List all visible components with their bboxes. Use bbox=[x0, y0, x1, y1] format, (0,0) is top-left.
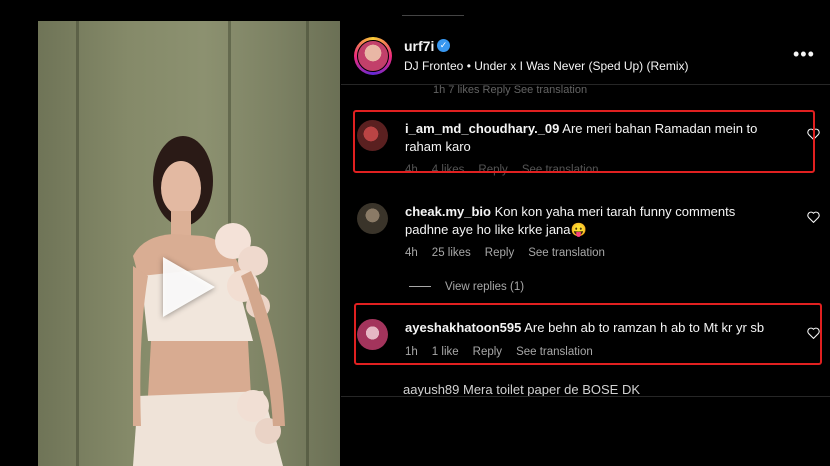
comment-text: Kon kon yaha meri tarah funny comments bbox=[494, 204, 736, 219]
view-replies-label: View replies (1) bbox=[445, 281, 525, 293]
footer-divider bbox=[341, 396, 830, 397]
more-options-icon[interactable]: ••• bbox=[793, 44, 815, 65]
play-icon[interactable] bbox=[163, 257, 215, 317]
reply-button[interactable]: Reply bbox=[485, 247, 514, 259]
wall-panel-line bbox=[76, 21, 79, 466]
post-header: urf7i ✓ DJ Fronteo • Under x I Was Never… bbox=[341, 30, 830, 82]
see-translation-link[interactable]: See translation bbox=[528, 247, 605, 259]
comment-text-line2: padhne aye ho like krke jana😛 bbox=[405, 222, 587, 237]
author-avatar[interactable] bbox=[354, 37, 392, 75]
comment-time: 4h bbox=[405, 247, 418, 259]
verified-badge-icon: ✓ bbox=[437, 39, 450, 52]
audio-track-link[interactable]: DJ Fronteo • Under x I Was Never (Sped U… bbox=[404, 59, 689, 73]
heart-icon[interactable] bbox=[807, 211, 820, 223]
scroll-indicator bbox=[402, 15, 464, 16]
highlight-box bbox=[353, 110, 815, 173]
author-username[interactable]: urf7i bbox=[404, 38, 434, 54]
view-replies-button[interactable]: View replies (1) bbox=[409, 281, 524, 293]
commenter-username[interactable]: cheak.my_bio bbox=[405, 204, 491, 219]
highlight-box bbox=[354, 303, 822, 365]
comment-likes[interactable]: 25 likes bbox=[432, 247, 471, 259]
commenter-avatar[interactable] bbox=[357, 203, 388, 234]
previous-comment-meta: 1h 7 likes Reply See translation bbox=[433, 84, 588, 96]
comments-panel: urf7i ✓ DJ Fronteo • Under x I Was Never… bbox=[341, 0, 830, 466]
reel-video[interactable] bbox=[38, 21, 340, 466]
partial-comment: aayush89 Mera toilet paper de BOSE DK bbox=[403, 382, 641, 397]
replies-dash bbox=[409, 286, 431, 288]
